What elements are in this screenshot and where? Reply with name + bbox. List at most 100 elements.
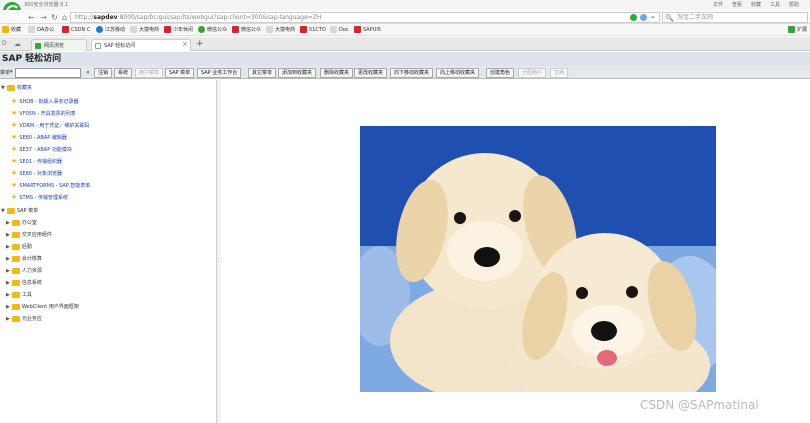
command-execute-icon[interactable]: « [86,69,90,76]
menu-dropdown[interactable]: 菜单 [0,68,10,78]
sap-menu-item[interactable]: ▶ 信息系统 [6,278,42,290]
toolbar-btn-create-role[interactable]: 创建角色 [486,68,515,78]
bookmark-item[interactable]: SAPUI5 [354,26,381,35]
bookmark-item[interactable]: 大猿电商 [130,26,159,35]
toolbar-btn-add-favorite[interactable]: 添加到收藏夹 [278,68,317,78]
sap-menu-item[interactable]: ▶ 工具 [6,290,32,302]
toolbar-btn-system[interactable]: 系统 [114,68,133,78]
favorite-item[interactable]: ★ VDRM - 用于凭证：维护关联码 [11,120,89,132]
collapsed-icon[interactable]: ▶ [6,256,10,262]
sap-menu-item[interactable]: ▶ 办公室 [6,218,37,230]
watermark: CSDN @SAPmatinal [640,398,759,412]
sap-menu-item[interactable]: ▶ 人力资源 [6,266,42,278]
favorite-item[interactable]: ★ SHDB - 批输入事务记录器 [11,96,78,108]
toolbar-btn-logoff[interactable]: 注销 [94,68,113,78]
favorite-item[interactable]: ★ SE80 - ABAP 编辑器 [11,132,67,144]
security-icon[interactable] [630,14,637,21]
folder-icon [11,219,20,226]
page-title: SAP 轻松访问 [0,52,810,66]
toolbar-btn-user-menu[interactable]: 用户菜单 [135,68,164,78]
new-tab-icon[interactable]: + [196,39,204,49]
sap-menu-item[interactable]: ▶ WebClient 用户界面框架 [6,302,79,314]
address-bar[interactable]: http://sapdev:8000/sap/bc/gui/sap/its/we… [70,12,660,23]
collapsed-icon[interactable]: ▶ [6,280,10,286]
chevron-down-icon[interactable]: ⌄ [650,12,656,20]
menu-tools[interactable]: 工具 [770,1,780,8]
collapsed-icon[interactable]: ▶ [6,268,10,274]
menu-help[interactable]: 帮助 [789,1,799,8]
bookmark-item[interactable]: OA办公 [28,26,54,35]
refresh-icon[interactable]: ↻ [50,13,59,22]
favorite-item[interactable]: ★ STMS - 传输管理系统 [11,192,68,204]
toolbar-btn-move-favorite-up[interactable]: 向上移动收藏夹 [436,68,480,78]
tree-node-sap-menu[interactable]: ▼ SAP 菜单 [1,206,38,218]
sap-menu-item[interactable]: ▶ 元业务应 [6,314,42,326]
toolbar-btn-sap-menu[interactable]: SAP 菜单 [165,68,195,78]
favorite-item[interactable]: ★ SE01 - 传输组织器 [11,156,62,168]
bookmark-item[interactable]: CSDN C [62,26,90,35]
bookmark-item[interactable]: 少年休闲 [164,26,193,35]
bookmark-item[interactable]: 51CTO [300,26,326,35]
collapsed-icon[interactable]: ▶ [6,316,10,322]
home-icon[interactable]: ⌂ [60,13,69,22]
star-icon: ★ [11,193,18,201]
menu-favorites[interactable]: 收藏 [751,1,761,8]
toolbar-btn-change-favorite[interactable]: 更改收藏夹 [354,68,388,78]
toolbar-btn-delete-favorite[interactable]: 删除收藏夹 [320,68,354,78]
bookmark-extension[interactable]: 扩展 [788,26,807,35]
collapsed-icon[interactable]: ▶ [6,244,10,250]
star-icon: ★ [11,145,18,153]
folder-icon [11,243,20,250]
star-icon: ★ [11,133,18,141]
collapsed-icon[interactable]: ▶ [6,292,10,298]
favorite-item[interactable]: ★ VF05N - 开具发票的列表 [11,108,76,120]
star-icon: ★ [11,97,18,105]
compat-mode-icon[interactable] [640,14,647,21]
browser-title-bar [0,0,810,10]
favorite-item[interactable]: ★ SMARTFORMS - SAP 智能表单 [11,180,90,192]
bookmark-item[interactable]: 微信公众 [232,26,261,35]
back-icon[interactable]: ← [27,13,36,22]
sap-menu-item[interactable]: ▶ 会计核算 [6,254,42,266]
menu-file[interactable]: 文件 [713,1,723,8]
sap-menu-item[interactable]: ▶ 后勤 [6,242,32,254]
expanded-icon[interactable]: ▼ [1,208,5,214]
folder-icon [11,303,20,310]
folder-icon [11,267,20,274]
collapsed-icon[interactable]: ▶ [6,232,10,238]
grip-icon[interactable]: · · · [218,254,220,265]
favorite-item[interactable]: ★ SE80 - 对象浏览器 [11,168,62,180]
folder-icon [11,279,20,286]
expanded-icon[interactable]: ▼ [1,85,5,91]
tree-node-favorites[interactable]: ▼ 收藏夹 [1,83,32,95]
menu-dropdown-chevron-icon[interactable]: ▾ [10,69,13,75]
bookmark-item[interactable]: Doc [330,26,349,35]
close-tab-icon[interactable]: × [182,40,188,48]
toolbar-btn-business-workplace[interactable]: SAP 业务工作台 [197,68,242,78]
search-input[interactable]: 淘宝二手车网 [662,12,808,23]
forward-icon[interactable]: → [39,13,48,22]
collapsed-icon[interactable]: ▶ [6,304,10,310]
collapsed-icon[interactable]: ▶ [6,220,10,226]
sidebar-toggle-icon[interactable]: D [2,40,7,47]
bookmark-item[interactable]: 微信公众 [198,26,227,35]
command-field[interactable] [15,68,81,78]
puppies-image [360,126,716,392]
toolbar-btn-documentation[interactable]: 文档 [550,68,569,78]
bookmark-item[interactable]: 江苏移动 [96,26,125,35]
folder-icon [11,255,20,262]
tab-browse[interactable]: 网页浏览 [31,39,87,51]
menu-view[interactable]: 查看 [732,1,742,8]
bookmark-item[interactable]: 大猿电商 [266,26,295,35]
browser-title: 360安全浏览器 8.1 [24,2,69,8]
bookmark-item[interactable]: 收藏 [2,26,21,35]
sap-menu-item[interactable]: ▶ 交叉应用组件 [6,230,52,242]
folder-icon [11,291,20,298]
favorite-item[interactable]: ★ SE37 - ABAP 功能模块 [11,144,72,156]
toolbar-btn-move-favorite-down[interactable]: 向下移动收藏夹 [390,68,434,78]
tab-sap-easy-access[interactable]: SAP 轻松访问 [91,39,191,51]
cloud-icon[interactable]: ☁ [14,40,21,48]
toolbar-btn-other-menu[interactable]: 其它菜单 [248,68,277,78]
folder-icon [11,315,20,322]
toolbar-btn-assign-users[interactable]: 分配用户 [518,68,547,78]
